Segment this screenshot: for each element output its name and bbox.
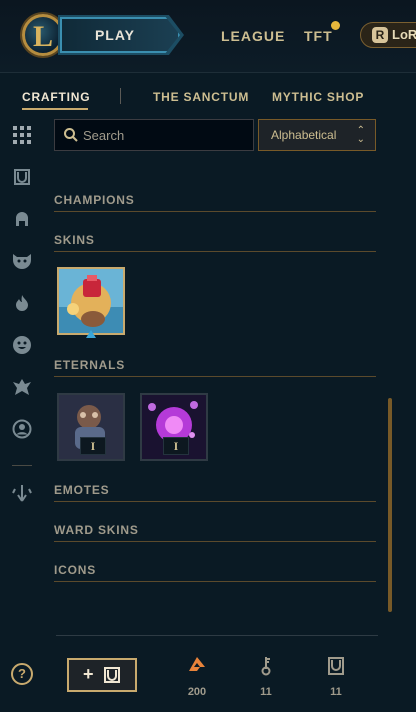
help-button[interactable]: ? [11, 663, 33, 685]
section-divider [54, 376, 376, 377]
nav-league[interactable]: LEAGUE [221, 28, 285, 44]
lor-icon: R [372, 27, 388, 43]
section-champions[interactable]: CHAMPIONS [54, 193, 135, 207]
emote-icon[interactable] [11, 334, 33, 356]
tab-separator [120, 88, 121, 104]
section-divider [54, 501, 376, 502]
tab-crafting-underline [22, 108, 88, 110]
profile-icon[interactable] [11, 418, 33, 440]
search-box[interactable] [54, 119, 254, 151]
key-fragment-counter[interactable]: 11 [246, 656, 286, 698]
section-eternals[interactable]: ETERNALS [54, 358, 125, 372]
sort-selected-value: Alphabetical [271, 128, 337, 142]
key-fragment-value: 11 [260, 686, 272, 698]
eternal-tile[interactable]: I [140, 393, 208, 461]
rail-divider [12, 465, 32, 466]
key-fragment-icon [261, 657, 271, 676]
footer-divider [56, 635, 378, 636]
selected-indicator [86, 330, 96, 338]
chest-value: 11 [330, 686, 342, 698]
skin-mask-icon[interactable] [11, 250, 33, 272]
arrow-down-icon[interactable] [11, 482, 33, 504]
chest-icon [328, 657, 344, 675]
lor-label: LoR [392, 27, 416, 42]
section-divider [54, 251, 376, 252]
grid-icon[interactable] [11, 124, 33, 146]
section-skins[interactable]: SKINS [54, 233, 95, 247]
chevron-up-down-icon: ⌃ ⌄ [356, 125, 365, 145]
chest-icon [104, 667, 120, 683]
section-emotes[interactable]: EMOTES [54, 483, 109, 497]
section-divider [54, 581, 376, 582]
section-icons[interactable]: ICONS [54, 563, 96, 577]
orange-essence-icon [189, 657, 205, 671]
tab-mythic-shop[interactable]: MYTHIC SHOP [272, 90, 364, 104]
champion-helmet-icon[interactable] [11, 208, 33, 230]
play-button-label[interactable]: PLAY [60, 17, 170, 53]
lor-button[interactable]: R LoR [360, 22, 416, 48]
search-icon [64, 128, 78, 142]
add-chest-button[interactable]: + [67, 658, 137, 692]
scrollbar-thumb[interactable] [388, 398, 392, 612]
notification-dot [331, 21, 340, 30]
logo-letter: L [33, 20, 54, 53]
top-navigation-bar: L PLAY LEAGUE TFT R LoR [0, 0, 416, 72]
league-logo[interactable]: L [22, 14, 64, 56]
search-input[interactable] [83, 125, 248, 145]
sort-dropdown[interactable]: Alphabetical ⌃ ⌄ [258, 119, 376, 151]
skin-artwork [59, 269, 123, 333]
chest-icon[interactable] [11, 166, 33, 188]
flame-icon[interactable] [11, 292, 33, 314]
section-divider [54, 541, 376, 542]
skin-shard-tile[interactable] [57, 267, 125, 335]
section-ward-skins[interactable]: WARD SKINS [54, 523, 139, 537]
chest-counter[interactable]: 11 [316, 656, 356, 698]
plus-icon: + [83, 664, 94, 684]
tab-the-sanctum[interactable]: THE SANCTUM [153, 90, 249, 104]
nav-tft[interactable]: TFT [304, 28, 333, 44]
orange-essence-counter[interactable]: 200 [177, 656, 217, 698]
eternal-series-badge: I [80, 437, 106, 455]
ward-icon[interactable] [11, 376, 33, 398]
header-divider [0, 72, 416, 73]
tab-crafting[interactable]: CRAFTING [22, 90, 90, 104]
orange-essence-value: 200 [187, 686, 207, 698]
section-divider [54, 211, 376, 212]
eternal-series-badge: I [163, 437, 189, 455]
eternal-tile[interactable]: I [57, 393, 125, 461]
